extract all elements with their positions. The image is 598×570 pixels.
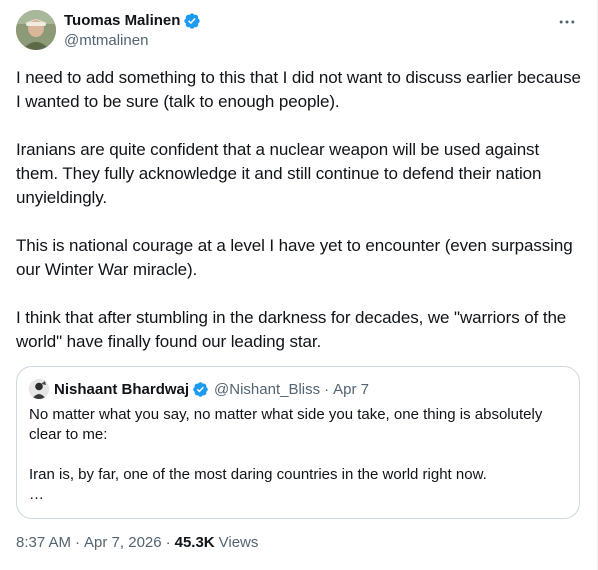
tweet-date: Apr 7, 2026 (84, 534, 162, 551)
separator-dot: · (75, 534, 81, 551)
tweet-header: Tuomas Malinen @mtmalinen (16, 10, 581, 54)
tweet-time: 8:37 AM (16, 534, 72, 551)
tweet-paragraph: I think that after stumbling in the dark… (16, 308, 571, 351)
views-label: Views (218, 534, 259, 551)
author-name-row: Tuomas Malinen (64, 11, 201, 31)
profile-photo-icon (29, 379, 49, 399)
tweet-meta: 8:37 AM · Apr 7, 2026 · 45.3K Views (16, 533, 258, 553)
separator-dot: · (324, 380, 330, 398)
quoted-author-name[interactable]: Nishaant Bhardwaj (54, 381, 189, 398)
quoted-tweet-date[interactable]: Apr 7 (333, 381, 369, 398)
quoted-tweet-text: No matter what you say, no matter what s… (29, 405, 567, 505)
quoted-paragraph: No matter what you say, no matter what s… (29, 406, 543, 443)
separator-dot: · (165, 534, 171, 551)
quoted-paragraph: Iran is, by far, one of the most daring … (29, 466, 487, 483)
more-options-icon[interactable] (555, 10, 579, 34)
author-handle[interactable]: @mtmalinen (64, 31, 201, 51)
verified-badge-icon[interactable] (183, 12, 201, 30)
tweet-paragraph: I need to add something to this that I d… (16, 68, 586, 111)
verified-badge-icon[interactable] (192, 381, 209, 398)
tweet-text: I need to add something to this that I d… (16, 66, 581, 378)
author-display-name[interactable]: Tuomas Malinen (64, 11, 180, 31)
tweet-paragraph: Iranians are quite confident that a nucl… (16, 140, 547, 207)
quoted-author-avatar[interactable] (29, 379, 49, 399)
tweet-timestamp[interactable]: 8:37 AM · Apr 7, 2026 (16, 533, 162, 553)
profile-photo-icon (16, 10, 56, 50)
tweet-paragraph: This is national courage at a level I ha… (16, 236, 578, 279)
quoted-tweet-header: Nishaant Bhardwaj @Nishant_Bliss · Apr 7 (29, 379, 567, 399)
tweet: Tuomas Malinen @mtmalinen I need to add … (0, 0, 598, 570)
author-names: Tuomas Malinen @mtmalinen (64, 10, 201, 51)
views-count[interactable]: 45.3K (175, 533, 215, 553)
author-avatar[interactable] (16, 10, 56, 50)
quoted-ellipsis: … (29, 486, 44, 503)
quoted-author-handle[interactable]: @Nishant_Bliss (214, 381, 320, 398)
quoted-tweet-card[interactable]: Nishaant Bhardwaj @Nishant_Bliss · Apr 7… (16, 366, 580, 519)
